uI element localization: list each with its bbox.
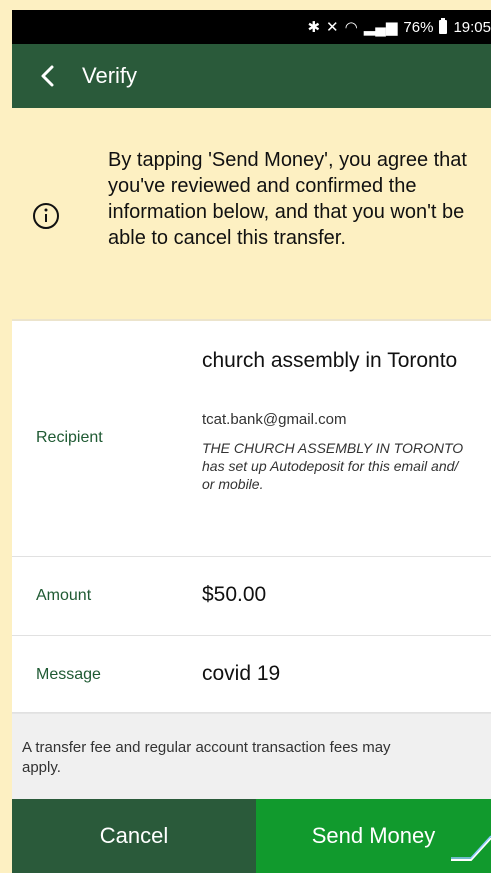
- battery-icon: [439, 18, 448, 34]
- status-icons: ✱ ✕ ◠ ▂▄▆ 76% 19:05: [307, 18, 491, 36]
- signal-icon: ▂▄▆: [363, 19, 398, 36]
- info-icon: [32, 202, 60, 230]
- bottom-action-bar: Cancel Send Money: [12, 799, 491, 873]
- confirmation-notice: By tapping 'Send Money', you agree that …: [12, 108, 491, 321]
- send-money-label: Send Money: [311, 823, 436, 848]
- battery-percent: 76%: [403, 18, 434, 36]
- recipient-autodeposit-note: THE CHURCH ASSEMBLY IN TORONTO has set u…: [202, 440, 464, 492]
- status-bar: ✱ ✕ ◠ ▂▄▆ 76% 19:05: [12, 10, 491, 44]
- back-icon[interactable]: [36, 64, 60, 88]
- message-row: Message covid 19: [12, 636, 491, 713]
- fee-note-text: A transfer fee and regular account trans…: [22, 739, 391, 776]
- page-title: Verify: [82, 63, 138, 88]
- mute-icon: ✕: [326, 19, 339, 36]
- wifi-icon: ◠: [344, 19, 358, 36]
- pointer-arrow-icon: [451, 835, 491, 861]
- recipient-label: Recipient: [36, 429, 103, 446]
- recipient-email: tcat.bank@gmail.com: [202, 411, 347, 428]
- amount-label: Amount: [36, 587, 92, 604]
- message-value: covid 19: [202, 662, 281, 685]
- send-money-button[interactable]: Send Money: [256, 799, 491, 873]
- cancel-button[interactable]: Cancel: [12, 799, 256, 873]
- bluetooth-icon: ✱: [307, 19, 321, 36]
- amount-value: $50.00: [202, 583, 267, 606]
- fee-note: A transfer fee and regular account trans…: [12, 713, 491, 801]
- phone-screen: ✱ ✕ ◠ ▂▄▆ 76% 19:05 Verify By tapping 'S…: [12, 10, 491, 873]
- notice-text: By tapping 'Send Money', you agree that …: [108, 149, 467, 249]
- recipient-name: church assembly in Toronto: [202, 349, 458, 372]
- recipient-row: Recipient church assembly in Toronto tca…: [12, 321, 491, 557]
- message-label: Message: [36, 666, 101, 683]
- app-bar: Verify: [12, 44, 491, 108]
- amount-row: Amount $50.00: [12, 557, 491, 636]
- time: 19:05: [453, 18, 491, 36]
